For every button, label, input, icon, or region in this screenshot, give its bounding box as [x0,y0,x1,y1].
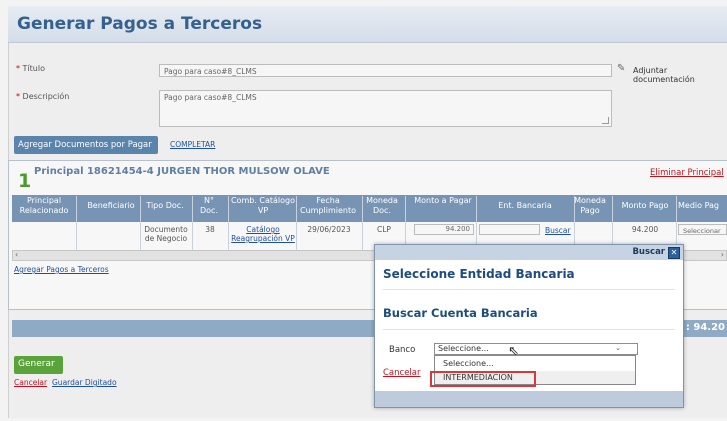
banco-label: Banco [389,345,416,355]
modal-title-label: Buscar [632,247,665,257]
required-mark: * [16,64,20,73]
highlight-box [430,371,536,387]
medio-pago-select[interactable]: Seleccionar [678,224,727,235]
monto-pagar-input[interactable]: 94.200 [414,224,474,235]
descripcion-textarea[interactable]: Pago para caso#8_CLMS [159,90,612,127]
th-fecha: Fecha Cumplimiento [299,196,356,215]
cancelar-link[interactable]: Cancelar [14,378,47,387]
option-seleccione[interactable]: Seleccione... [435,357,635,370]
banco-select-value: Seleccione... [438,344,489,353]
th-n-doc: N° Doc. [200,196,218,215]
th-principal: Principal Relacionado [19,196,69,215]
titulo-label: * Título [16,64,45,73]
chevron-down-icon: ⌄ [615,344,621,352]
th-catalogo: Comb. Catálogo VP [230,196,296,215]
th-monto: Monto a Pagar [414,196,472,205]
agregar-documentos-button[interactable]: Agregar Documentos por Pagar [14,136,158,154]
modal-footer [375,391,683,407]
modal-titlebar: Buscar ✕ [375,245,683,260]
th-ent-bancaria: Ent. Bancaria [498,201,552,210]
buscar-link[interactable]: Buscar [545,226,571,235]
descripcion-label: * Descripción [16,92,69,101]
divider [383,329,675,330]
eliminar-principal-link[interactable]: Eliminar Principal [650,168,724,178]
titulo-label-text: Título [22,64,45,73]
scroll-right-icon[interactable]: › [721,250,724,259]
divider [383,289,675,290]
th-monto-pago: Monto Pago [621,201,669,210]
th-medio: Medio Pag [678,201,720,210]
th-beneficiario: Beneficiario [87,201,135,210]
titulo-input[interactable]: Pago para caso#8_CLMS [159,64,612,77]
agregar-pagos-link[interactable]: Agregar Pagos a Terceros [14,265,109,274]
resize-handle[interactable] [602,117,609,124]
principal-number: 1 [18,170,32,192]
paperclip-icon[interactable]: ✎ [617,63,625,74]
modal-subheading: Buscar Cuenta Bancaria [383,306,538,320]
cell-monto-pago: 94.200 [631,225,659,234]
ent-bancaria-input[interactable] [479,224,540,235]
th-moneda: Moneda Doc. [366,196,398,215]
completar-link[interactable]: COMPLETAR [170,140,215,149]
scroll-left-icon[interactable]: ‹ [15,250,18,259]
guardar-digitado-link[interactable]: Guardar Digitado [52,378,117,387]
buscar-modal: Buscar ✕ Seleccione Entidad Bancaria Bus… [374,244,684,408]
modal-heading: Seleccione Entidad Bancaria [383,267,575,281]
banco-select[interactable]: Seleccione... ⌄ [434,343,638,355]
required-mark: * [16,92,20,101]
adjuntar-link[interactable]: Adjuntar documentación [633,66,727,84]
page-title: Generar Pagos a Terceros [17,14,263,34]
page-header: Generar Pagos a Terceros [8,6,727,43]
cell-catalogo-link[interactable]: Catálogo Reagrupación VP [230,225,296,243]
descripcion-value: Pago para caso#8_CLMS [164,93,257,102]
cell-fecha: 29/06/2023 [307,225,351,234]
close-icon[interactable]: ✕ [668,247,680,259]
cell-moneda: CLP [377,225,391,234]
cell-tipo-doc: Documento de Negocio [144,225,188,243]
cell-n-doc: 38 [205,225,215,234]
generar-button[interactable]: Generar [14,356,63,374]
principal-title: Principal 18621454-4 JURGEN THOR MULSOW … [34,166,330,177]
descripcion-label-text: Descripción [22,92,70,101]
th-tipo-doc: Tipo Doc. [146,201,184,210]
th-moneda-pago: Moneda Pago [574,196,606,215]
modal-cancelar-link[interactable]: Cancelar [383,368,421,378]
